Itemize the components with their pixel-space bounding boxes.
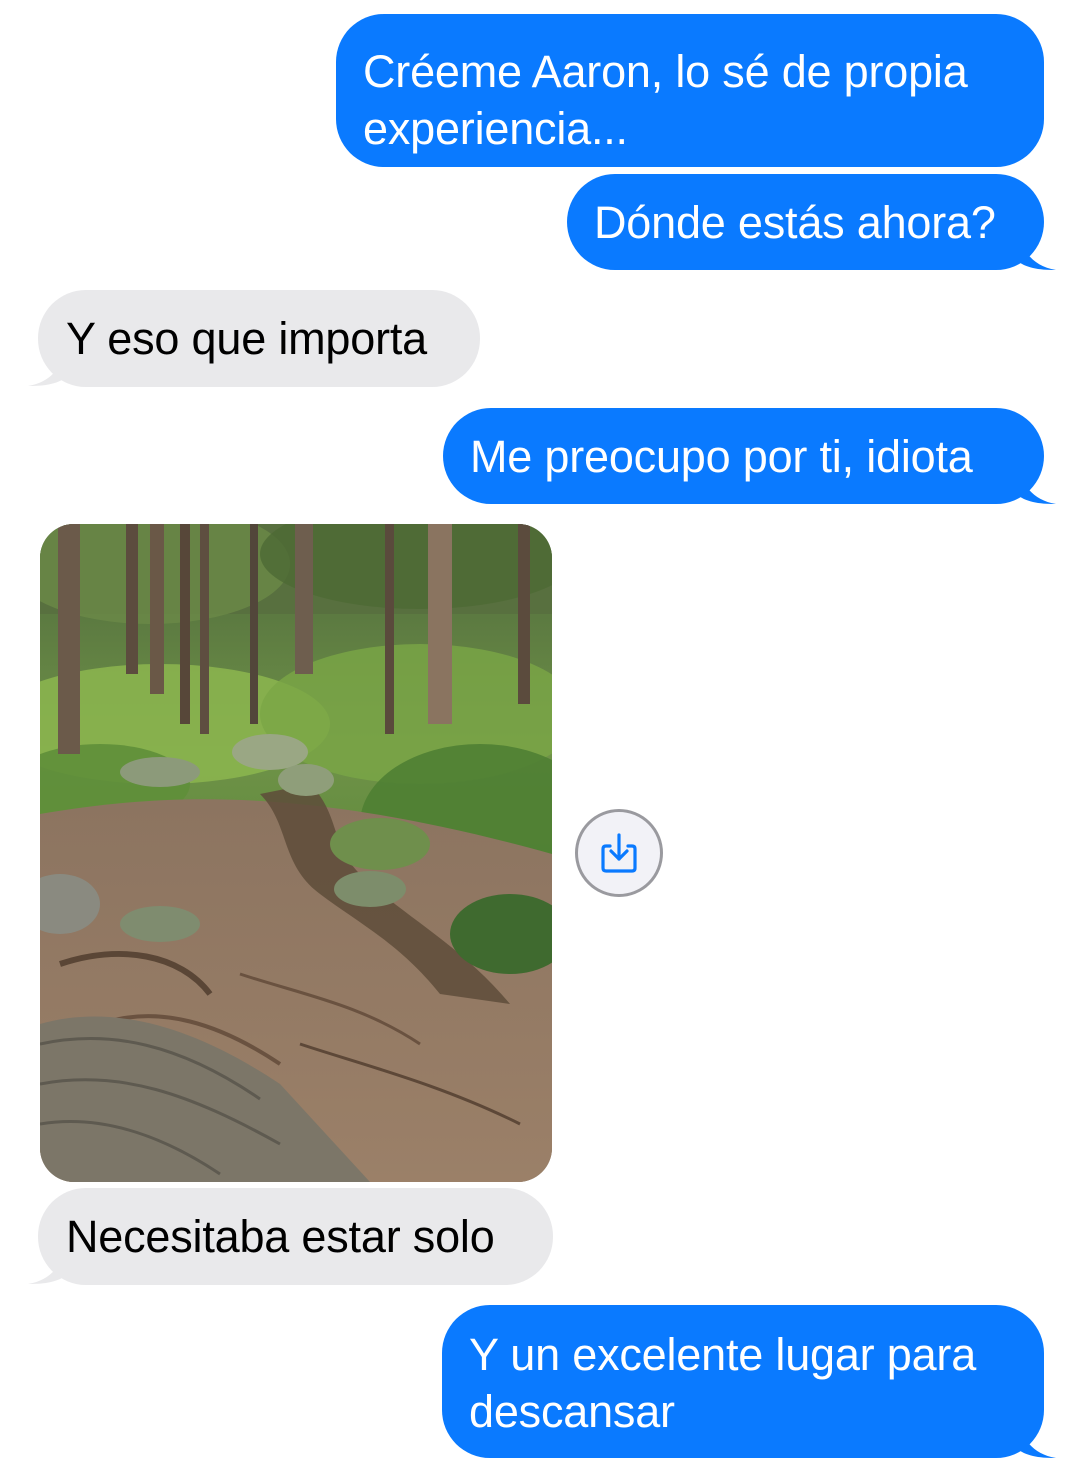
message-text: Dónde estás ahora? [594, 197, 996, 248]
sent-message-bubble[interactable]: Créeme Aaron, lo sé de propia experienci… [336, 14, 1044, 167]
message-text: Necesitaba estar solo [66, 1211, 495, 1262]
sent-bubble-tail [1016, 230, 1056, 270]
forest-path-photo[interactable] [40, 524, 552, 1182]
message-text: Y eso que importa [66, 313, 427, 364]
sent-message-bubble[interactable]: Me preocupo por ti, idiota [443, 408, 1044, 504]
sent-bubble-tail [1016, 1418, 1056, 1458]
received-message-bubble[interactable]: Necesitaba estar solo [38, 1188, 553, 1285]
received-message-bubble[interactable]: Y eso que importa [38, 290, 480, 387]
sent-message-bubble[interactable]: Y un excelente lugar para descansar [442, 1305, 1044, 1458]
sent-bubble-tail [1016, 464, 1056, 504]
message-text: Y un excelente lugar para descansar [469, 1329, 977, 1437]
save-image-button[interactable] [575, 809, 663, 897]
message-text: Créeme Aaron, lo sé de propia experienci… [363, 46, 968, 154]
message-text: Me preocupo por ti, idiota [470, 431, 973, 482]
sent-message-bubble[interactable]: Dónde estás ahora? [567, 174, 1044, 270]
download-icon [601, 833, 637, 873]
